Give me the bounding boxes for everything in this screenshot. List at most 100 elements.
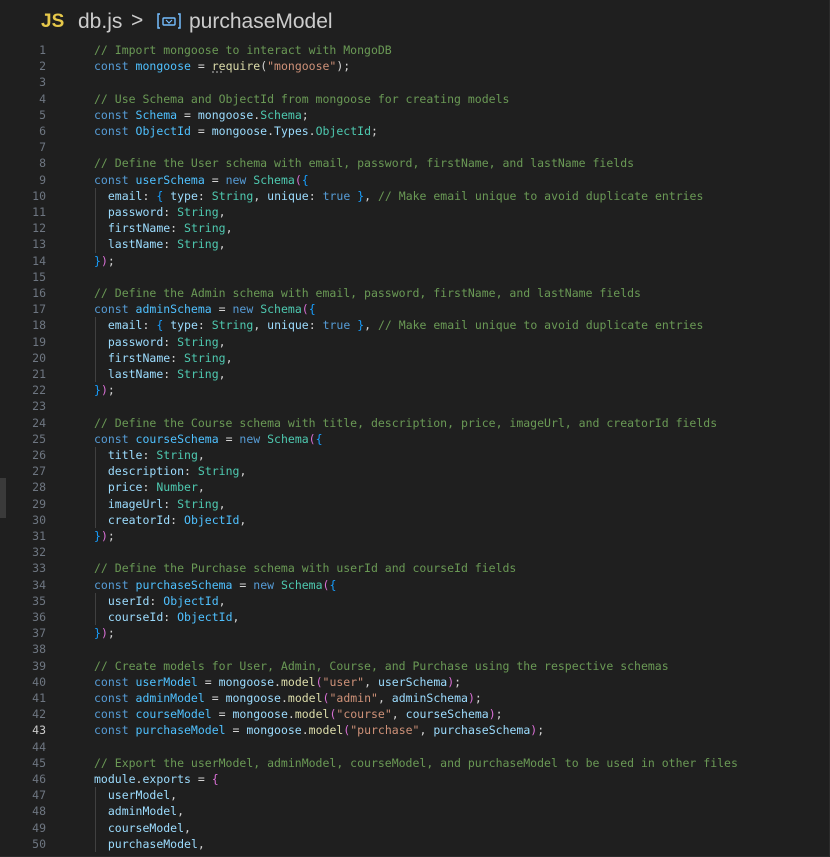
code-line[interactable]: 19 password: String, xyxy=(0,334,830,350)
code-token: adminSchema xyxy=(135,302,212,317)
code-line[interactable]: 50 purchaseModel, xyxy=(0,836,830,852)
code-line[interactable]: 9 const userSchema = new Schema({ xyxy=(0,172,830,188)
code-token: String xyxy=(177,237,219,252)
code-token: courseSchema xyxy=(405,707,489,722)
code-line[interactable]: 20 firstName: String, xyxy=(0,350,830,366)
code-text: }); xyxy=(94,382,115,398)
code-token: String xyxy=(177,205,219,219)
code-token: email xyxy=(107,318,143,333)
code-line[interactable]: 34 const purchaseSchema = new Schema({ xyxy=(0,577,830,593)
code-line[interactable]: 32 xyxy=(0,544,830,560)
code-line[interactable]: 16 // Define the Admin schema with email,… xyxy=(0,285,830,301)
code-token: : xyxy=(163,205,178,219)
code-line[interactable]: 22}); xyxy=(0,382,830,398)
code-editor[interactable]: 1 // Import mongoose to interact with Mon… xyxy=(0,41,830,857)
breadcrumb-file[interactable]: db.js xyxy=(78,10,122,34)
line-number: 2 xyxy=(39,59,46,74)
code-line[interactable]: 26 title: String, xyxy=(0,447,830,463)
code-token: purchaseSchema xyxy=(433,723,531,738)
code-text: const purchaseModel = mongoose.model("pu… xyxy=(94,722,544,738)
code-line[interactable]: 24 // Define the Course schema with title… xyxy=(0,415,830,431)
code-token: String xyxy=(184,350,226,365)
code-line[interactable]: 30 creatorId: ObjectId, xyxy=(0,512,830,528)
code-line[interactable]: 38 xyxy=(0,641,830,657)
code-token: = xyxy=(177,107,198,122)
code-token: const xyxy=(94,302,136,317)
code-line[interactable]: 31}); xyxy=(0,528,830,544)
code-line[interactable]: 33 // Define the Purchase schema with use… xyxy=(0,560,830,576)
code-line[interactable]: 44 xyxy=(0,739,830,755)
code-token: , xyxy=(239,512,247,527)
code-line[interactable]: 3 xyxy=(0,74,830,90)
code-text: const purchaseSchema = new Schema({ xyxy=(94,577,336,593)
code-text: userModel, xyxy=(94,787,177,803)
line-number: 30 xyxy=(32,512,46,527)
code-token: = xyxy=(197,674,219,689)
code-line[interactable]: 18 email: { type: String, unique: true }… xyxy=(0,317,830,333)
code-text: firstName: String, xyxy=(94,350,233,366)
code-line[interactable]: 1 // Import mongoose to interact with Mon… xyxy=(0,42,830,58)
code-token: { xyxy=(211,772,219,786)
code-line[interactable]: 29 imageUrl: String, xyxy=(0,496,830,512)
code-token: const xyxy=(94,107,136,122)
code-token: model xyxy=(280,674,316,689)
code-line[interactable]: 49 courseModel, xyxy=(0,820,830,836)
code-line[interactable]: 40 const userModel = mongoose.model("user… xyxy=(0,674,830,690)
symbol-variable-icon xyxy=(157,13,181,29)
code-token: { xyxy=(156,318,171,333)
code-line[interactable]: 41 const adminModel = mongoose.model("adm… xyxy=(0,690,830,706)
line-number: 44 xyxy=(32,739,46,754)
code-line[interactable]: 28 price: Number, xyxy=(0,479,830,495)
code-line[interactable]: 47 userModel, xyxy=(0,787,830,803)
code-line[interactable]: 39 // Create models for User, Admin, Cour… xyxy=(0,658,830,674)
code-token: // Use Schema and ObjectId from mongoose… xyxy=(94,91,510,106)
code-token: = xyxy=(190,124,212,138)
code-text: const userSchema = new Schema({ xyxy=(94,172,309,188)
code-token: ) xyxy=(100,529,108,543)
code-line[interactable]: 10 email: { type: String, unique: true }… xyxy=(0,188,830,204)
code-token: const xyxy=(94,707,136,722)
code-line[interactable]: 45 // Export the userModel, adminModel, c… xyxy=(0,755,830,771)
breadcrumb-symbol[interactable]: purchaseModel xyxy=(189,10,333,34)
code-token: new xyxy=(239,431,268,446)
code-line[interactable]: 37}); xyxy=(0,625,830,641)
code-line[interactable]: 12 firstName: String, xyxy=(0,220,830,236)
code-line[interactable]: 36 courseId: ObjectId, xyxy=(0,609,830,625)
code-line[interactable]: 42 const courseModel = mongoose.model("co… xyxy=(0,706,830,722)
code-line[interactable]: 13 lastName: String, xyxy=(0,236,830,252)
code-line[interactable]: 43 const purchaseModel = mongoose.model("… xyxy=(0,722,830,738)
code-token: : xyxy=(170,512,185,527)
line-number: 22 xyxy=(32,383,46,398)
code-line[interactable]: 46 module.exports = { xyxy=(0,771,830,787)
code-line[interactable]: 4 // Use Schema and ObjectId from mongoos… xyxy=(0,91,830,107)
code-line[interactable]: 11 password: String, xyxy=(0,204,830,220)
code-line[interactable]: 35 userId: ObjectId, xyxy=(0,593,830,609)
code-line[interactable]: 2 const mongoose = require("mongoose"); xyxy=(0,58,830,74)
code-line[interactable]: 15 xyxy=(0,269,830,285)
code-token: , xyxy=(218,334,226,349)
code-token: courseSchema xyxy=(135,431,219,446)
code-line[interactable]: 21 lastName: String, xyxy=(0,366,830,382)
code-token: firstName xyxy=(107,221,171,236)
code-token: userSchema xyxy=(377,674,448,689)
code-line[interactable]: 48 adminModel, xyxy=(0,803,830,819)
code-line[interactable]: 23 xyxy=(0,398,830,414)
code-line[interactable]: 8 // Define the User schema with email, p… xyxy=(0,155,830,171)
code-token: = xyxy=(211,302,233,317)
line-number: 36 xyxy=(32,610,46,624)
code-token: } xyxy=(94,626,101,641)
code-token: // Define the User schema with email, pa… xyxy=(94,156,635,171)
code-line[interactable]: 27 description: String, xyxy=(0,463,830,479)
code-line[interactable]: 17 const adminSchema = new Schema({ xyxy=(0,301,830,317)
code-token: : xyxy=(170,350,185,365)
code-line[interactable]: 6 const ObjectId = mongoose.Types.ObjectI… xyxy=(0,123,830,139)
line-number: 26 xyxy=(32,448,46,462)
line-number: 33 xyxy=(32,561,46,576)
code-line[interactable]: 14}); xyxy=(0,253,830,269)
code-line[interactable]: 7 xyxy=(0,139,830,155)
code-line[interactable]: 25 const courseSchema = new Schema({ xyxy=(0,431,830,447)
code-line[interactable]: 5 const Schema = mongoose.Schema; xyxy=(0,107,830,123)
